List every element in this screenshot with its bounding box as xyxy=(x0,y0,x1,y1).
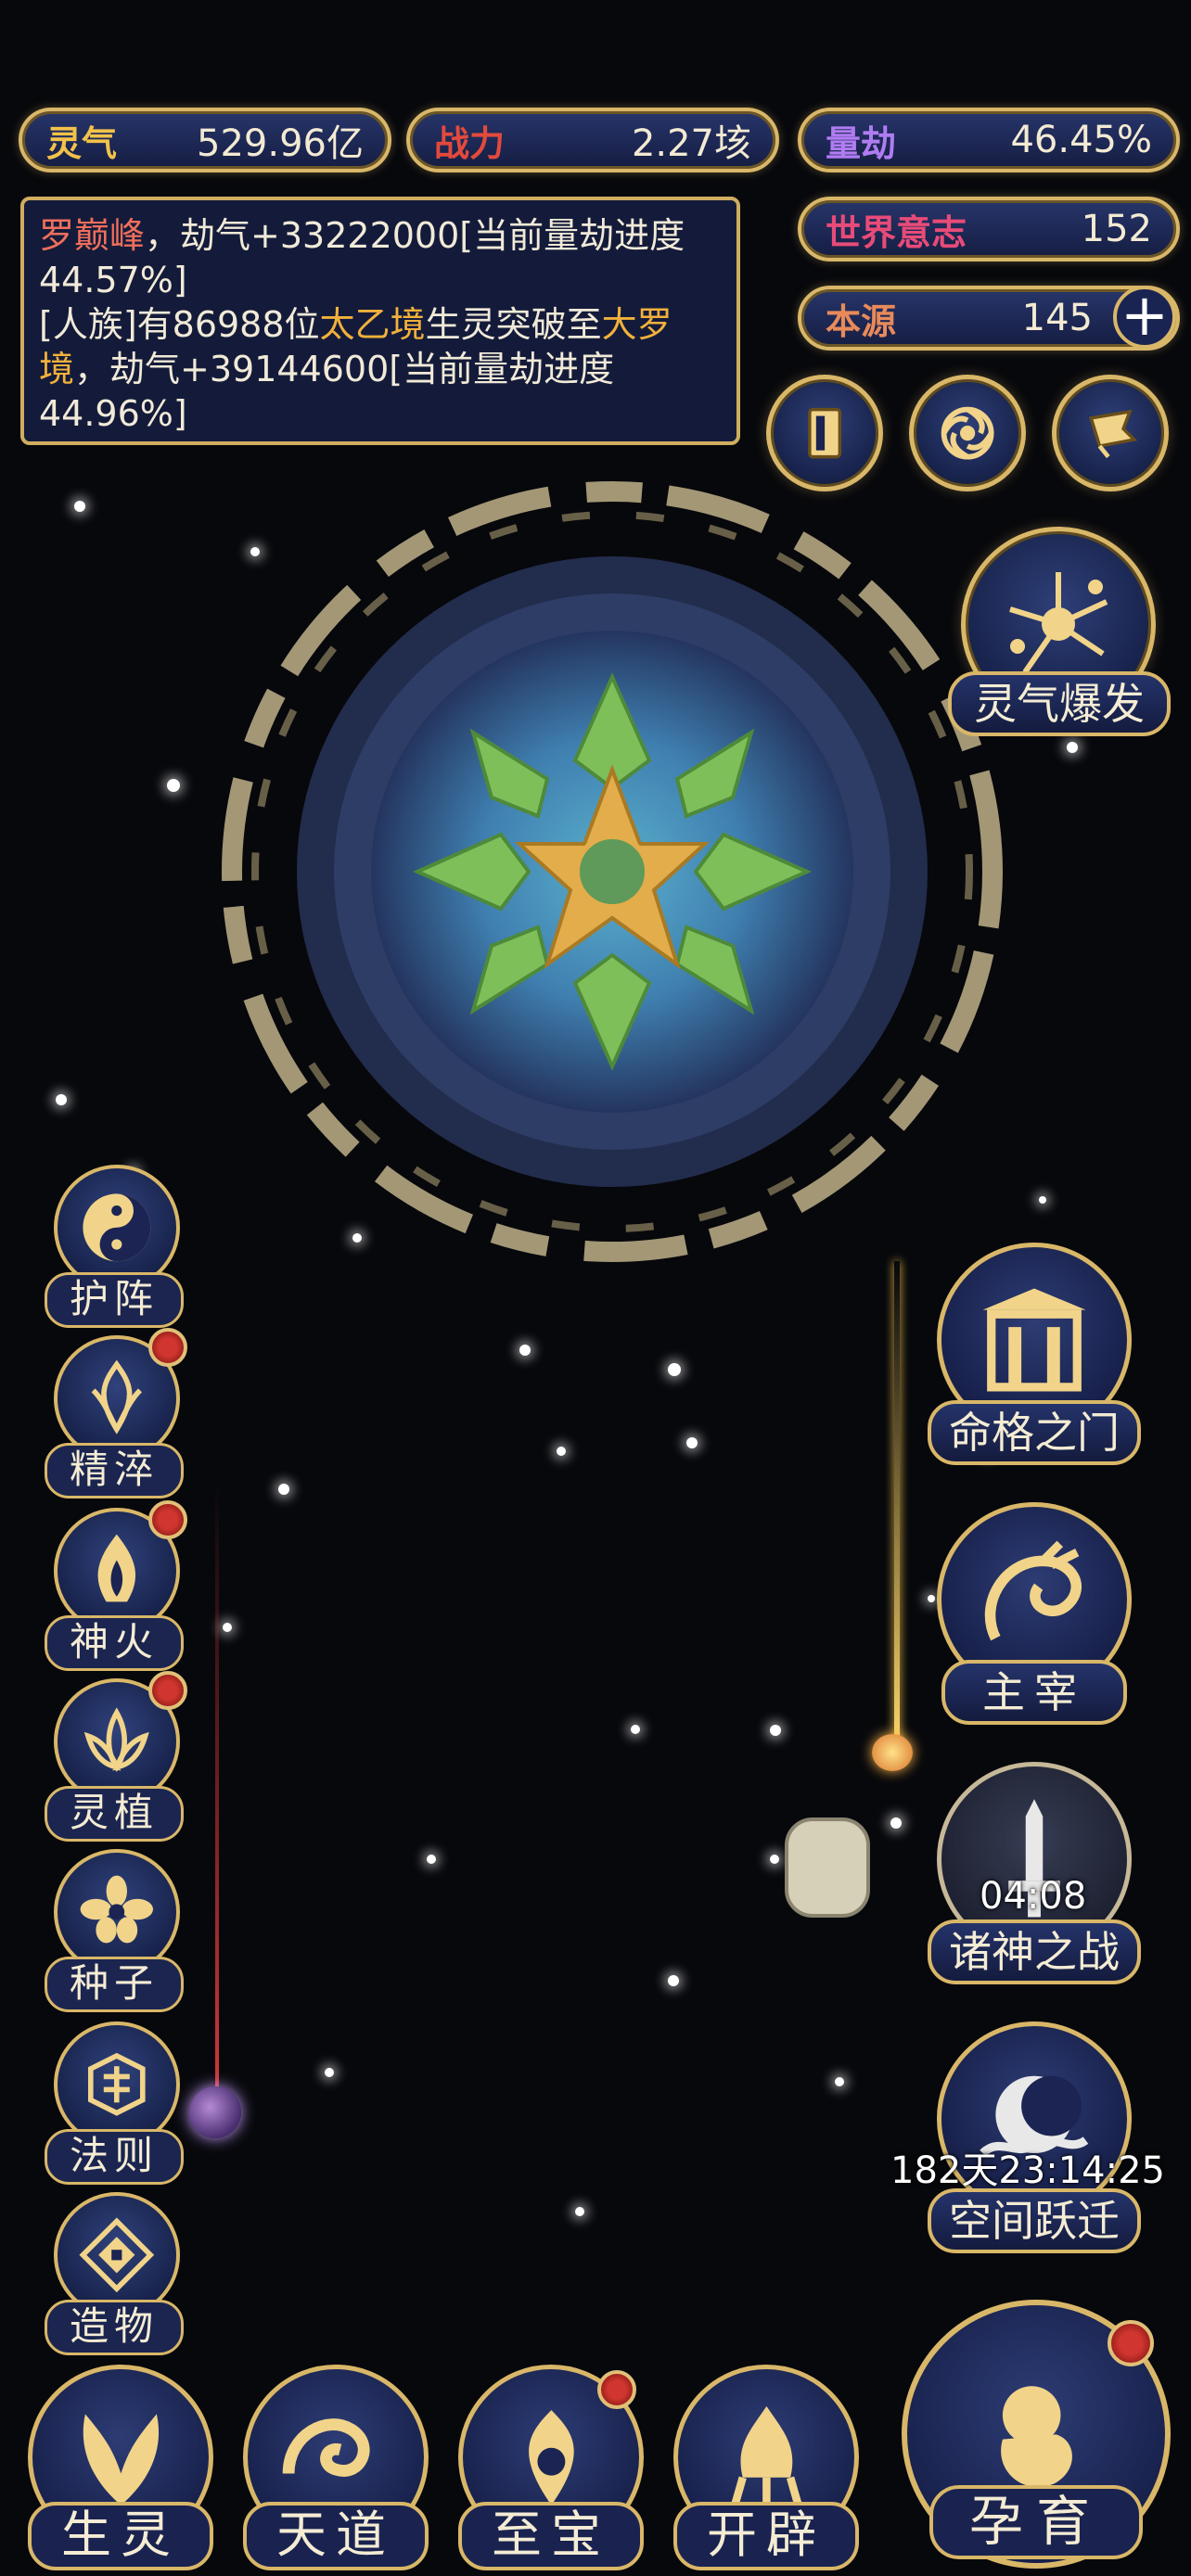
bottom-label: 开辟 xyxy=(673,2502,859,2570)
bottom-label: 至宝 xyxy=(458,2502,644,2570)
menu-lingzhi[interactable]: 灵植 xyxy=(45,1671,187,1845)
add-benyuan-button[interactable]: + xyxy=(1113,286,1176,349)
zhanli-label: 战力 xyxy=(434,122,506,164)
rune-icon xyxy=(88,2053,146,2116)
burst-icon xyxy=(1009,572,1108,674)
notification-badge xyxy=(1108,2320,1154,2366)
ruler-button[interactable]: 主宰 xyxy=(928,1502,1141,1734)
menu-label: 种子 xyxy=(45,1957,184,2012)
menu-label: 神火 xyxy=(45,1615,184,1671)
log-realm: 太乙境 xyxy=(319,304,426,345)
lingqi-label: 灵气 xyxy=(46,122,118,164)
war-label: 诸神之战 xyxy=(928,1919,1141,1984)
diamond-rune-icon xyxy=(79,2217,155,2293)
bottom-label: 天道 xyxy=(243,2502,429,2570)
door-button[interactable]: 命格之门 xyxy=(928,1243,1141,1474)
notification-badge xyxy=(148,1671,187,1710)
shijie-value: 152 xyxy=(1081,208,1152,250)
nurture-label: 孕育 xyxy=(929,2485,1143,2559)
menu-label: 护阵 xyxy=(45,1272,184,1328)
zhanli-value: 2.27垓 xyxy=(631,122,751,165)
gate-icon xyxy=(982,1288,1086,1392)
log-text: ，劫气+39144600[当前量劫进度44.96%] xyxy=(39,349,615,434)
menu-huzhen[interactable]: 护阵 xyxy=(45,1165,184,1332)
bottom-zhibao[interactable]: 至宝 xyxy=(458,2365,644,2576)
yin-yang-icon xyxy=(83,1193,151,1262)
world-planet[interactable] xyxy=(186,436,1039,1289)
menu-zaowu[interactable]: 造物 xyxy=(45,2192,184,2359)
stone-object[interactable] xyxy=(785,1817,870,1918)
orb-object[interactable] xyxy=(189,2086,241,2138)
lotus-icon xyxy=(84,1707,149,1773)
menu-label: 灵植 xyxy=(45,1786,184,1842)
bottom-tiandao[interactable]: 天道 xyxy=(243,2365,429,2576)
menu-faze[interactable]: 法则 xyxy=(45,2021,184,2188)
zhanli-stat[interactable]: 战力 2.27垓 xyxy=(406,108,779,172)
bottom-kaipi[interactable]: 开辟 xyxy=(673,2365,859,2576)
red-beam xyxy=(215,1484,219,2133)
benyuan-value: 145 xyxy=(1021,297,1093,339)
log-player-name: 罗巅峰 xyxy=(39,215,146,256)
gold-beam xyxy=(894,1261,900,1753)
card-button[interactable] xyxy=(766,375,883,491)
log-text: [人族]有86988位 xyxy=(39,304,320,345)
flame-flower-icon xyxy=(91,1359,143,1435)
ruler-label: 主宰 xyxy=(941,1660,1127,1725)
fire-icon xyxy=(97,1534,136,1602)
notification-badge xyxy=(597,2370,636,2409)
burst-label: 灵气爆发 xyxy=(948,671,1171,736)
flag-icon xyxy=(1088,409,1138,458)
log-entry: [人族]有86988位太乙境生灵突破至大罗境，劫气+39144600[当前量劫进… xyxy=(39,302,722,436)
liangjie-stat[interactable]: 量劫 46.45% xyxy=(798,108,1180,172)
lingqi-value: 529.96亿 xyxy=(197,122,364,165)
vortex-button[interactable] xyxy=(909,375,1026,491)
war-button[interactable]: 04:08 诸神之战 xyxy=(928,1762,1141,1994)
shijie-label: 世界意志 xyxy=(826,211,967,253)
vortex-icon xyxy=(941,406,994,460)
door-label: 命格之门 xyxy=(928,1400,1141,1465)
leap-button[interactable]: 182天23:14:25 空间跃迁 xyxy=(890,2021,1178,2253)
benyuan-label: 本源 xyxy=(826,300,897,342)
lingqi-stat[interactable]: 灵气 529.96亿 xyxy=(19,108,391,172)
nurture-button[interactable]: 孕育 xyxy=(902,2300,1176,2569)
war-timer: 04:08 xyxy=(980,1875,1087,1918)
notification-badge xyxy=(148,1500,187,1539)
menu-label: 精淬 xyxy=(45,1443,184,1498)
log-text: 生灵突破至 xyxy=(425,304,602,345)
menu-label: 法则 xyxy=(45,2129,184,2185)
event-log: 罗巅峰，劫气+33222000[当前量劫进度44.57%] [人族]有86988… xyxy=(20,197,740,445)
card-icon xyxy=(808,407,841,459)
menu-jingcui[interactable]: 精淬 xyxy=(45,1328,187,1502)
bottom-label: 生灵 xyxy=(28,2502,213,2570)
menu-shenhuo[interactable]: 神火 xyxy=(45,1500,187,1675)
menu-label: 造物 xyxy=(45,2300,184,2355)
dragon-icon xyxy=(984,1540,1082,1641)
leap-label: 空间跃迁 xyxy=(928,2188,1141,2253)
seed-flower-icon xyxy=(80,1875,154,1944)
notification-badge xyxy=(148,1328,187,1367)
shijie-stat[interactable]: 世界意志 152 xyxy=(798,197,1180,261)
bottom-shengling[interactable]: 生灵 xyxy=(28,2365,213,2576)
log-entry: 罗巅峰，劫气+33222000[当前量劫进度44.57%] xyxy=(39,213,722,302)
lantern-object[interactable] xyxy=(872,1734,913,1771)
liangjie-label: 量劫 xyxy=(826,122,897,164)
leap-timer: 182天23:14:25 xyxy=(890,2149,1165,2192)
menu-zhongzi[interactable]: 种子 xyxy=(45,1849,184,2016)
liangjie-value: 46.45% xyxy=(1010,119,1152,161)
flag-button[interactable] xyxy=(1052,375,1169,491)
